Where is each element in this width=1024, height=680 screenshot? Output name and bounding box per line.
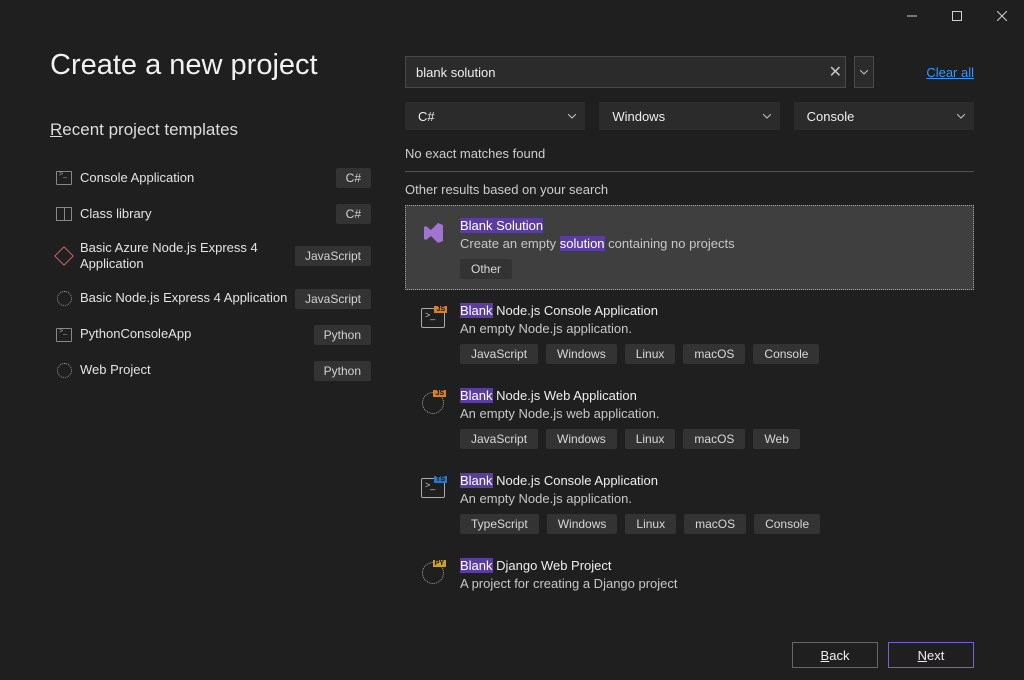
template-result[interactable]: >_TS Blank Node.js Console Application An … [405,460,974,545]
lib-icon [54,206,74,222]
template-icon: >_JS [418,303,448,333]
titlebar [0,0,1024,32]
template-title: Blank Node.js Console Application [460,303,961,318]
template-description: An empty Node.js web application. [460,406,961,421]
recent-item-label: PythonConsoleApp [80,326,314,342]
divider [405,171,974,172]
clear-search-icon[interactable]: ✕ [825,57,845,87]
language-badge: Python [314,361,371,381]
recent-item-label: Web Project [80,362,314,378]
tag: Windows [546,344,617,364]
search-dropdown-button[interactable] [854,56,874,88]
page-title: Create a new project [50,49,375,82]
recent-item[interactable]: PythonConsoleAppPython [50,317,375,353]
search-box[interactable]: ✕ [405,56,846,88]
recent-item-label: Class library [80,206,336,222]
recent-item[interactable]: Console ApplicationC# [50,160,375,196]
recent-templates-heading: Recent project templates [50,120,375,140]
template-description: An empty Node.js application. [460,491,961,506]
minimize-button[interactable] [889,0,934,32]
template-icon [418,218,448,248]
tag: macOS [684,514,746,534]
globe-icon [54,363,74,379]
recent-item[interactable]: Basic Node.js Express 4 ApplicationJavaS… [50,281,375,317]
recent-item[interactable]: Web ProjectPython [50,353,375,389]
template-title: Blank Solution [460,218,961,233]
tag: Linux [625,514,676,534]
tag: Web [753,429,799,449]
clear-all-link[interactable]: Clear all [926,65,974,80]
next-button[interactable]: Next [888,642,974,668]
tag: macOS [683,429,745,449]
tag: TypeScript [460,514,539,534]
recent-list: Console ApplicationC#Class libraryC#Basi… [50,160,375,389]
tag: Console [753,344,819,364]
other-results-heading: Other results based on your search [405,182,974,197]
terminal-icon [54,170,74,186]
tag: Windows [546,429,617,449]
globe-icon [54,291,74,307]
maximize-button[interactable] [934,0,979,32]
template-result[interactable]: PY Blank Django Web Project A project for … [405,545,974,595]
template-icon: PY [418,558,448,588]
tag: JavaScript [460,344,538,364]
language-badge: JavaScript [295,289,371,309]
terminal-icon [54,327,74,343]
template-result[interactable]: Blank Solution Create an empty solution c… [405,205,974,290]
tag: macOS [683,344,745,364]
template-icon: JS [418,388,448,418]
recent-item-label: Basic Azure Node.js Express 4 Applicatio… [80,240,295,273]
template-result[interactable]: JS Blank Node.js Web Application An empty … [405,375,974,460]
no-match-text: No exact matches found [405,146,974,161]
recent-item[interactable]: Class libraryC# [50,196,375,232]
template-result[interactable]: >_JS Blank Node.js Console Application An … [405,290,974,375]
platform-filter[interactable]: Windows [599,102,779,130]
tag: JavaScript [460,429,538,449]
back-button[interactable]: Back [792,642,878,668]
language-badge: C# [336,168,371,188]
search-input[interactable] [406,65,825,80]
tag: Other [460,259,512,279]
azure-icon [54,248,74,264]
template-title: Blank Node.js Web Application [460,388,961,403]
template-icon: >_TS [418,473,448,503]
close-button[interactable] [979,0,1024,32]
language-filter[interactable]: C# [405,102,585,130]
recent-item-label: Console Application [80,170,336,186]
project-type-filter[interactable]: Console [794,102,974,130]
tag: Windows [547,514,618,534]
tag: Console [754,514,820,534]
language-badge: JavaScript [295,246,371,266]
language-badge: C# [336,204,371,224]
recent-item-label: Basic Node.js Express 4 Application [80,290,295,306]
tag: Linux [625,429,676,449]
template-description: An empty Node.js application. [460,321,961,336]
template-title: Blank Node.js Console Application [460,473,961,488]
template-title: Blank Django Web Project [460,558,961,573]
template-description: Create an empty solution containing no p… [460,236,961,251]
language-badge: Python [314,325,371,345]
recent-item[interactable]: Basic Azure Node.js Express 4 Applicatio… [50,232,375,281]
tag: Linux [625,344,676,364]
template-description: A project for creating a Django project [460,576,961,591]
results-list: Blank Solution Create an empty solution c… [405,205,974,595]
